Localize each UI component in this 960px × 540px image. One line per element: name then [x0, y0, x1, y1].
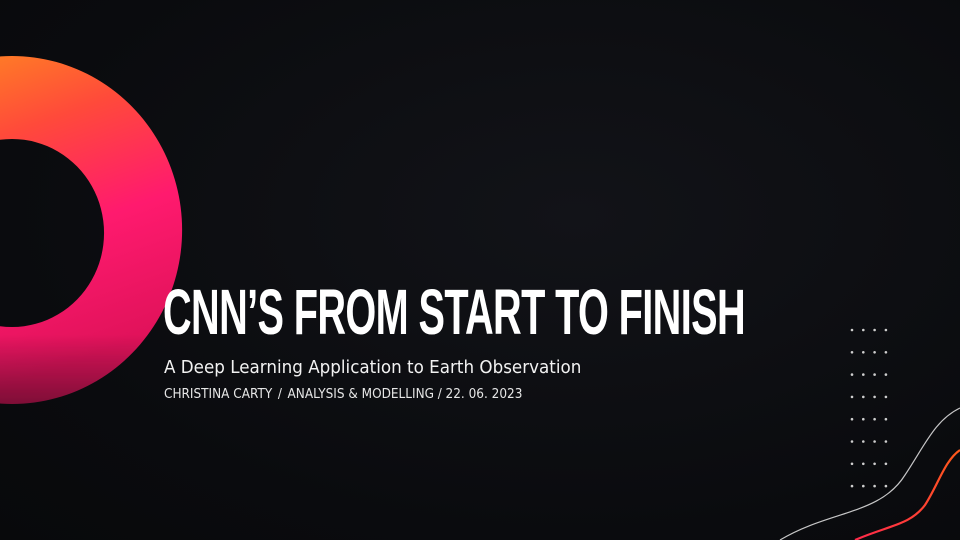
author-name: CHRISTINA CARTY [164, 387, 273, 402]
grid-dot [862, 373, 865, 376]
byline-separator: / [437, 387, 442, 402]
presentation-date: 22. 06. 2023 [445, 387, 523, 402]
grid-dot [862, 351, 865, 354]
slide-byline: CHRISTINA CARTY / ANALYSIS & MODELLING/22.… [164, 386, 522, 404]
grid-dot [850, 351, 854, 354]
grid-dot [873, 351, 876, 354]
slide-subtitle: A Deep Learning Application to Earth Obs… [164, 357, 582, 378]
byline-separator: / [277, 387, 282, 402]
grid-dot [884, 328, 888, 332]
grid-dot [873, 395, 876, 399]
grid-dot [850, 373, 854, 376]
grid-dot [862, 395, 865, 399]
grid-dot [850, 328, 854, 332]
grid-dot [884, 351, 888, 354]
title-slide: CNN’S FROM START TO FINISH A Deep Learni… [0, 0, 960, 540]
grid-dot [884, 373, 888, 376]
grid-dot [850, 395, 854, 399]
grid-dot [873, 328, 876, 332]
grid-dot [873, 373, 876, 376]
department-name: ANALYSIS & MODELLING [287, 387, 435, 402]
grid-dot [884, 395, 888, 399]
grid-dot [862, 328, 865, 332]
slide-title: CNN’S FROM START TO FINISH [163, 276, 746, 348]
wave-lines-icon [779, 407, 960, 540]
